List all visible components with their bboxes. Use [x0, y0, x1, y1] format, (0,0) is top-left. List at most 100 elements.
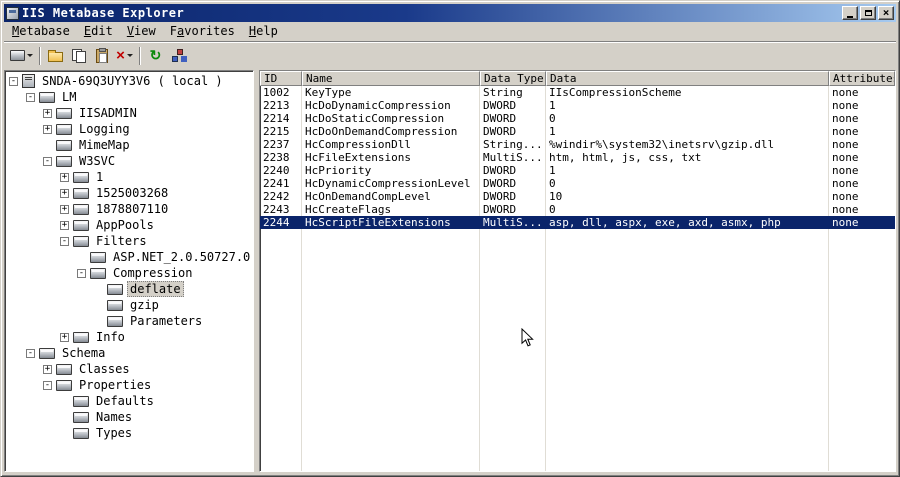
collapse-icon[interactable]: -: [43, 380, 52, 390]
connect-button[interactable]: [7, 45, 36, 67]
tree-item-mimemap[interactable]: MimeMap: [5, 137, 253, 153]
tree-item-label[interactable]: 1: [93, 169, 106, 185]
tree-item-types[interactable]: Types: [5, 425, 253, 441]
tree-item-label[interactable]: Parameters: [127, 313, 205, 329]
table-row[interactable]: 2241 HcDynamicCompressionLevel DWORD 0 none: [260, 177, 895, 190]
expand-icon[interactable]: +: [43, 108, 52, 118]
table-row[interactable]: 2215 HcDoOnDemandCompression DWORD 1 none: [260, 125, 895, 138]
maximize-button[interactable]: [860, 6, 876, 20]
node-icon: [56, 107, 72, 119]
column-header-data[interactable]: Data: [546, 71, 829, 86]
list-body[interactable]: 1002 KeyType String IIsCompressionScheme non…: [260, 86, 895, 471]
open-button[interactable]: [44, 45, 67, 67]
tree-item-deflate[interactable]: deflate: [5, 281, 253, 297]
tree-item-label[interactable]: MimeMap: [76, 137, 133, 153]
collapse-icon[interactable]: -: [26, 92, 35, 102]
expand-icon[interactable]: +: [60, 332, 69, 342]
table-row[interactable]: 2243 HcCreateFlags DWORD 0 none: [260, 203, 895, 216]
tree-item-1[interactable]: +1: [5, 169, 253, 185]
collapse-icon[interactable]: -: [9, 76, 18, 86]
tree-item-label[interactable]: 1878807110: [93, 201, 171, 217]
expand-icon[interactable]: +: [43, 124, 52, 134]
expand-icon[interactable]: +: [60, 188, 69, 198]
tree-item-lm[interactable]: - LM: [5, 89, 253, 105]
column-header-data-type[interactable]: Data Type: [480, 71, 546, 86]
tree-item-defaults[interactable]: Defaults: [5, 393, 253, 409]
tree-item-schema[interactable]: - Schema: [5, 345, 253, 361]
tree-item-label[interactable]: LM: [59, 89, 79, 105]
expand-icon[interactable]: +: [60, 220, 69, 230]
refresh-button[interactable]: [144, 45, 167, 67]
tree-item-compression[interactable]: - Compression: [5, 265, 253, 281]
paste-button[interactable]: [90, 45, 113, 67]
minimize-button[interactable]: [842, 6, 858, 20]
tree-item-label[interactable]: AppPools: [93, 217, 157, 233]
tree-item-label[interactable]: Compression: [110, 265, 195, 281]
tree-item-label[interactable]: ASP.NET_2.0.50727.0: [110, 249, 253, 265]
tree-item-asp-net-2-0-50727-0[interactable]: ASP.NET_2.0.50727.0: [5, 249, 253, 265]
titlebar[interactable]: IIS Metabase Explorer ×: [4, 4, 896, 22]
table-row[interactable]: 2242 HcOnDemandCompLevel DWORD 10 none: [260, 190, 895, 203]
tree-item-label[interactable]: Properties: [76, 377, 154, 393]
column-header-name[interactable]: Name: [302, 71, 480, 86]
tree-item-label[interactable]: 1525003268: [93, 185, 171, 201]
tree-item-label[interactable]: Names: [93, 409, 135, 425]
tree-item-apppools[interactable]: + AppPools: [5, 217, 253, 233]
tree-item-names[interactable]: Names: [5, 409, 253, 425]
list-panel[interactable]: ID Name Data Type Data Attributes 1002 KeyTyp…: [259, 70, 896, 472]
node-icon: [73, 331, 89, 343]
menu-help[interactable]: Help: [242, 23, 285, 40]
tree-item-label[interactable]: Classes: [76, 361, 133, 377]
tree-item-label[interactable]: gzip: [127, 297, 162, 313]
tree-item-label[interactable]: deflate: [127, 281, 184, 297]
tree-item-label[interactable]: Schema: [59, 345, 108, 361]
expand-icon[interactable]: +: [43, 364, 52, 374]
expand-icon[interactable]: +: [60, 204, 69, 214]
collapse-icon[interactable]: -: [77, 268, 86, 278]
tree-item-label[interactable]: Info: [93, 329, 128, 345]
collapse-icon[interactable]: -: [43, 156, 52, 166]
close-button[interactable]: ×: [878, 6, 894, 20]
tree-item-logging[interactable]: + Logging: [5, 121, 253, 137]
collapse-icon[interactable]: -: [26, 348, 35, 358]
tree-item-iisadmin[interactable]: + IISADMIN: [5, 105, 253, 121]
tree-panel[interactable]: - SNDA-69Q3UYY3V6 ( local ) - LM + IISADMIN + L…: [4, 70, 254, 472]
chevron-down-icon: [126, 54, 133, 57]
tree-item-label[interactable]: W3SVC: [76, 153, 118, 169]
menu-metabase[interactable]: Metabase: [5, 23, 77, 40]
tree-item-filters[interactable]: - Filters: [5, 233, 253, 249]
delete-button[interactable]: [113, 45, 136, 67]
menu-view[interactable]: View: [120, 23, 163, 40]
menu-edit[interactable]: Edit: [77, 23, 120, 40]
tree-item-label[interactable]: IISADMIN: [76, 105, 140, 121]
table-row[interactable]: 1002 KeyType String IIsCompressionScheme non…: [260, 86, 895, 99]
expand-icon[interactable]: +: [60, 172, 69, 182]
tree-item-1878807110[interactable]: +1878807110: [5, 201, 253, 217]
tree-item-1525003268[interactable]: +1525003268: [5, 185, 253, 201]
tree-item-snda-69q3uyy3v6-local[interactable]: - SNDA-69Q3UYY3V6 ( local ): [5, 73, 253, 89]
copy-button[interactable]: [67, 45, 90, 67]
tree-item-info[interactable]: + Info: [5, 329, 253, 345]
menu-favorites[interactable]: Favorites: [163, 23, 242, 40]
table-row[interactable]: 2238 HcFileExtensions MultiS... htm, html, …: [260, 151, 895, 164]
table-row[interactable]: 2214 HcDoStaticCompression DWORD 0 none: [260, 112, 895, 125]
tree-item-label[interactable]: Filters: [93, 233, 150, 249]
tree-item-label[interactable]: Types: [93, 425, 135, 441]
hierarchy-button[interactable]: [167, 45, 190, 67]
table-row[interactable]: 2237 HcCompressionDll String... %windir%\sy…: [260, 138, 895, 151]
table-row[interactable]: 2240 HcPriority DWORD 1 none: [260, 164, 895, 177]
tree-item-label[interactable]: SNDA-69Q3UYY3V6 ( local ): [39, 73, 226, 89]
tree-item-classes[interactable]: + Classes: [5, 361, 253, 377]
tree-item-label[interactable]: Logging: [76, 121, 133, 137]
tree-item-label[interactable]: Defaults: [93, 393, 157, 409]
tree-item-properties[interactable]: - Properties: [5, 377, 253, 393]
tree-item-parameters[interactable]: Parameters: [5, 313, 253, 329]
column-header-id[interactable]: ID: [260, 71, 302, 86]
table-row[interactable]: 2244 HcScriptFileExtensions MultiS... asp, …: [260, 216, 895, 229]
collapse-icon[interactable]: -: [60, 236, 69, 246]
column-header-attributes[interactable]: Attributes: [829, 71, 895, 86]
table-row[interactable]: 2213 HcDoDynamicCompression DWORD 1 none: [260, 99, 895, 112]
tree-item-w3svc[interactable]: - W3SVC: [5, 153, 253, 169]
tree-item-gzip[interactable]: gzip: [5, 297, 253, 313]
